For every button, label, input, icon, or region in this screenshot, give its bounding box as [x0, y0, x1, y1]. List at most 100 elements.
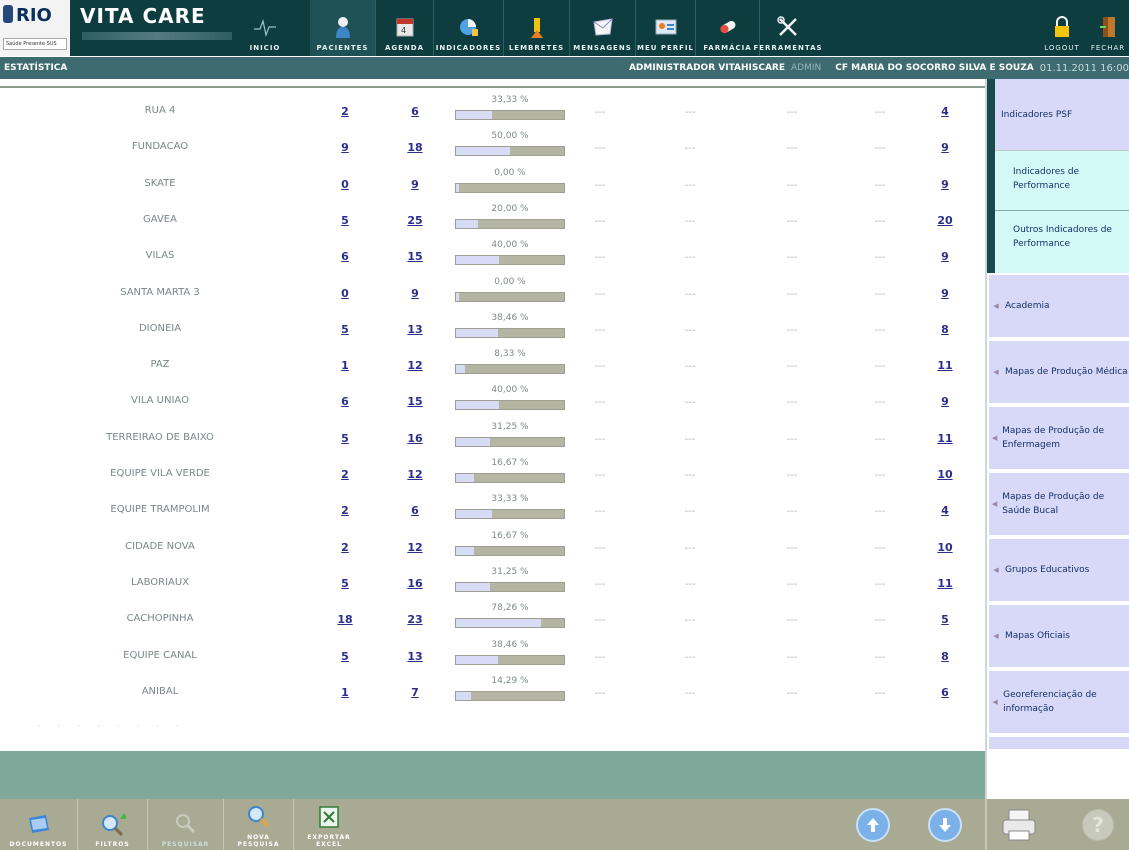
- count-2-link[interactable]: 12: [407, 468, 422, 481]
- count-2-link[interactable]: 6: [411, 504, 419, 517]
- nav-mensagens[interactable]: MENSAGENS: [570, 0, 636, 56]
- count-1-link[interactable]: 0: [341, 287, 349, 300]
- scroll-up-button[interactable]: [856, 808, 890, 842]
- count-1-link[interactable]: 0: [341, 178, 349, 191]
- count-2-link[interactable]: 13: [407, 323, 422, 336]
- sidebar-item-indicadores-psf[interactable]: Indicadores PSF: [995, 79, 1129, 151]
- count-1-link[interactable]: 5: [341, 214, 349, 227]
- percentage-cell: 40,00 %: [455, 240, 565, 266]
- help-button[interactable]: ?: [1082, 809, 1114, 841]
- sidebar-item-mapas-producao-saude-bucal[interactable]: ◀ Mapas de Produção de Saúde Bucal: [989, 473, 1129, 537]
- total-link[interactable]: 11: [937, 359, 952, 372]
- empty-cell: ---: [874, 578, 886, 590]
- count-1-link[interactable]: 5: [341, 577, 349, 590]
- new-search-label: NOVA PESQUISA: [237, 834, 280, 848]
- count-2-link[interactable]: 9: [411, 178, 419, 191]
- total-link[interactable]: 4: [941, 105, 949, 118]
- count-1-link[interactable]: 2: [341, 541, 349, 554]
- nav-ferramentas[interactable]: FERRAMENTAS: [753, 0, 822, 56]
- nav-lembretes[interactable]: LEMBRETES: [504, 0, 570, 56]
- total-link[interactable]: 6: [941, 686, 949, 699]
- count-1-link[interactable]: 2: [341, 504, 349, 517]
- percentage-label: 16,67 %: [491, 530, 529, 541]
- count-2-link[interactable]: 9: [411, 287, 419, 300]
- count-2-link[interactable]: 16: [407, 432, 422, 445]
- total-link[interactable]: 20: [937, 214, 952, 227]
- sidebar-subitem-indicadores-performance[interactable]: Indicadores de Performance: [995, 151, 1129, 211]
- total-link[interactable]: 9: [941, 250, 949, 263]
- total-cell: 9: [930, 250, 960, 263]
- scroll-down-button[interactable]: [928, 808, 962, 842]
- count-2-link[interactable]: 6: [411, 105, 419, 118]
- nav-indicadores[interactable]: INDICADORES: [434, 0, 504, 56]
- sidebar-subitem-outros-indicadores[interactable]: Outros Indicadores de Performance: [995, 211, 1129, 273]
- sidebar-item-grupos-educativos[interactable]: ◀ Grupos Educativos: [989, 539, 1129, 603]
- count-1-link[interactable]: 5: [341, 650, 349, 663]
- count-2-link[interactable]: 23: [407, 613, 422, 626]
- count-2-link[interactable]: 16: [407, 577, 422, 590]
- table-row: SANTA MARTA 3 0 9 0,00 % --- --- --- --- 9: [0, 277, 985, 313]
- count-2-link[interactable]: 15: [407, 395, 422, 408]
- nav-pacientes[interactable]: PACIENTES: [310, 0, 376, 56]
- search-button[interactable]: PESQUISAR: [148, 799, 224, 850]
- count-2-link[interactable]: 7: [411, 686, 419, 699]
- count-2-link[interactable]: 12: [407, 359, 422, 372]
- count-2-link[interactable]: 15: [407, 250, 422, 263]
- total-link[interactable]: 5: [941, 613, 949, 626]
- empty-cell: ---: [786, 215, 798, 227]
- count-2-link[interactable]: 25: [407, 214, 422, 227]
- nav-agenda[interactable]: 4 AGENDA: [376, 0, 434, 56]
- count-1-link[interactable]: 5: [341, 323, 349, 336]
- empty-cell: ---: [594, 288, 606, 300]
- count-1-link[interactable]: 18: [337, 613, 352, 626]
- total-link[interactable]: 8: [941, 650, 949, 663]
- count-1-link[interactable]: 1: [341, 686, 349, 699]
- new-search-button[interactable]: NOVA PESQUISA: [224, 799, 294, 850]
- sidebar-item-georeferenciacao[interactable]: ◀ Georeferenciação de informação: [989, 671, 1129, 735]
- count-1-link[interactable]: 5: [341, 432, 349, 445]
- count-1-link[interactable]: 6: [341, 395, 349, 408]
- total-link[interactable]: 11: [937, 432, 952, 445]
- total-link[interactable]: 9: [941, 141, 949, 154]
- total-link[interactable]: 10: [937, 541, 952, 554]
- total-link[interactable]: 9: [941, 395, 949, 408]
- total-link[interactable]: 10: [937, 468, 952, 481]
- total-link[interactable]: 11: [937, 577, 952, 590]
- sidebar-menu: Indicadores PSF Indicadores de Performan…: [985, 79, 1129, 799]
- empty-cell: ---: [874, 615, 886, 627]
- percentage-label: 0,00 %: [494, 167, 526, 178]
- team-name-cell: EQUIPE VILA VERDE: [110, 468, 210, 479]
- count-2-link[interactable]: 18: [407, 141, 422, 154]
- percentage-label: 33,33 %: [491, 95, 529, 105]
- close-button[interactable]: FECHAR: [1088, 0, 1128, 56]
- nav-meu-perfil[interactable]: MEU PERFIL: [636, 0, 696, 56]
- count-1-link[interactable]: 2: [341, 105, 349, 118]
- total-link[interactable]: 9: [941, 178, 949, 191]
- count-2-link[interactable]: 12: [407, 541, 422, 554]
- print-button[interactable]: [1000, 807, 1038, 843]
- documents-button[interactable]: DOCUMENTOS: [0, 799, 78, 850]
- total-link[interactable]: 9: [941, 287, 949, 300]
- nav-farmacia[interactable]: FARMÁCIA: [696, 0, 760, 56]
- filters-button[interactable]: FILTROS: [78, 799, 148, 850]
- sidebar-item-mapas-oficiais[interactable]: ◀ Mapas Oficiais: [989, 605, 1129, 669]
- table-row: RUA 4 2 6 33,33 % --- --- --- --- 4: [0, 95, 985, 131]
- sidebar-item-academia[interactable]: ◀ Academia: [989, 275, 1129, 339]
- count-1-link[interactable]: 1: [341, 359, 349, 372]
- count-1-link[interactable]: 9: [341, 141, 349, 154]
- empty-cell: ---: [786, 324, 798, 336]
- export-excel-button[interactable]: EXPORTAR EXCEL: [294, 799, 364, 850]
- count-1-link[interactable]: 2: [341, 468, 349, 481]
- rio-logo: RIO Saúde Presente SUS: [0, 0, 70, 56]
- count-1-link[interactable]: 6: [341, 250, 349, 263]
- total-link[interactable]: 8: [941, 323, 949, 336]
- pagination-controls[interactable]: · · · · · · · ·: [38, 723, 187, 730]
- nav-inicio[interactable]: INICIO: [240, 0, 290, 56]
- sidebar-item-mapas-producao-enfermagem[interactable]: ◀ Mapas de Produção de Enfermagem: [989, 407, 1129, 471]
- caret-left-icon: ◀: [993, 566, 999, 574]
- logout-button[interactable]: LOGOUT: [1040, 0, 1084, 56]
- total-link[interactable]: 4: [941, 504, 949, 517]
- empty-cell: ---: [684, 324, 696, 336]
- sidebar-item-mapas-producao-medica[interactable]: ◀ Mapas de Produção Médica: [989, 341, 1129, 405]
- count-2-link[interactable]: 13: [407, 650, 422, 663]
